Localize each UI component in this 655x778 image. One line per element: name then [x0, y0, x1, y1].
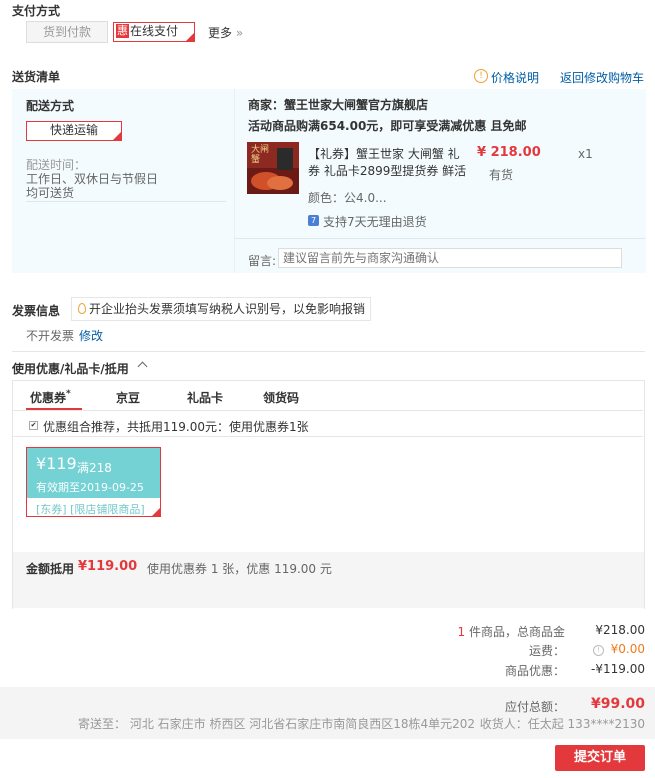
invoice-edit-link[interactable]: 修改: [79, 327, 103, 344]
more-payment-label: 更多: [208, 26, 233, 40]
express-delivery-option[interactable]: 快递运输: [26, 121, 122, 141]
divider: [26, 201, 226, 202]
receiver-info: 收货人：任太起 133****2130: [479, 717, 645, 731]
collapse-chevron-icon[interactable]: [137, 361, 148, 372]
invoice-title: 发票信息: [12, 304, 61, 318]
note-label: 留言:: [248, 254, 277, 268]
note-input[interactable]: [278, 248, 622, 268]
double-chevron-icon: »: [235, 26, 244, 40]
tab-gift-card[interactable]: 礼品卡: [187, 389, 223, 406]
shipping-amount: ¥0.00: [610, 642, 645, 656]
discount-total-label: 金额抵用: [26, 562, 75, 576]
online-payment-option[interactable]: 惠在线支付: [113, 22, 195, 42]
coupon-expiry: 有效期至2019-09-25: [36, 481, 144, 494]
coupon-condition: 满218: [77, 461, 112, 475]
invoice-tip: 开企业抬头发票须填写纳税人识别号，以免影响报销: [71, 297, 372, 321]
payable-label: 应付总额：: [504, 700, 565, 714]
return-policy-text: 支持7天无理由退货: [323, 215, 427, 229]
product-title-line-1[interactable]: 【礼券】蟹王世家 大闸蟹 礼: [308, 145, 460, 162]
goods-count: 1 件商品，总商品金: [457, 625, 565, 639]
divider: [13, 410, 643, 411]
return-policy-icon: 7: [308, 215, 319, 226]
tab-pickup-code[interactable]: 领货码: [263, 389, 299, 406]
info-icon: !: [474, 69, 488, 83]
delivery-method-label: 配送方式: [26, 99, 75, 113]
recommend-text: 优惠组合推荐，共抵用119.00元：使用优惠券1张: [43, 420, 309, 434]
goods-amount: ¥218.00: [595, 623, 645, 637]
payable-amount: ¥99.00: [590, 696, 645, 712]
product-thumbnail[interactable]: 大闸蟹: [247, 142, 299, 194]
discount-summary: 使用优惠券 1 张，优惠 119.00 元: [147, 562, 332, 576]
online-payment-label: 在线支付: [130, 24, 179, 38]
more-payment-link[interactable]: 更多 »: [208, 24, 243, 41]
divider: [234, 238, 645, 239]
coupon-tags: [东券] [限店铺限商品]: [36, 503, 145, 516]
invoice-status: 不开发票: [26, 329, 75, 343]
coupon-card[interactable]: ¥119 满218 有效期至2019-09-25 [东券] [限店铺限商品]: [26, 447, 161, 517]
shipping-info-icon[interactable]: !: [593, 645, 604, 656]
divider: [12, 351, 645, 352]
bulb-icon: [78, 303, 86, 314]
stock-status: 有货: [489, 168, 514, 182]
goods-discount-amount: -¥119.00: [591, 662, 645, 676]
price-info-link[interactable]: 价格说明: [491, 69, 539, 86]
selected-corner-icon: [113, 132, 121, 140]
product-quantity: x1: [578, 147, 593, 161]
back-to-cart-link[interactable]: 返回修改购物车: [560, 69, 644, 86]
product-price: ¥ 218.00: [477, 145, 541, 160]
product-title-line-2[interactable]: 券 礼品卡2899型提货券 鲜活: [308, 162, 466, 179]
product-color: 颜色：公4.0...: [308, 191, 387, 205]
discount-title: 使用优惠/礼品卡/抵用: [12, 362, 129, 376]
selected-corner-icon: [186, 33, 194, 41]
tab-jingdou[interactable]: 京豆: [116, 389, 140, 406]
shipping-label: 运费：: [528, 644, 565, 658]
product-thumb-text: 大闸蟹: [251, 145, 270, 165]
promo-text: 活动商品购满654.00元，即可享受满减优惠 且免邮: [248, 119, 527, 133]
coupon-amount: ¥119: [36, 454, 77, 473]
recommend-checkbox[interactable]: ✔: [29, 421, 38, 430]
shop-name: 商家：蟹王世家大闸蟹官方旗舰店: [248, 98, 429, 112]
hui-badge: 惠: [116, 24, 129, 38]
divider: [13, 436, 643, 437]
submit-order-button[interactable]: 提交订单: [555, 745, 645, 771]
express-delivery-label: 快递运输: [49, 123, 98, 137]
invoice-tip-text: 开企业抬头发票须填写纳税人识别号，以免影响报销: [89, 302, 366, 316]
cod-option[interactable]: 货到付款: [26, 21, 108, 43]
tab-coupon[interactable]: 优惠券*: [30, 389, 71, 406]
delivery-time-value-2: 均可送货: [26, 186, 75, 200]
payment-title: 支付方式: [12, 4, 61, 18]
selected-corner-icon: [152, 508, 160, 516]
goods-discount-label: 商品优惠：: [504, 664, 565, 678]
shipping-address: 寄送至： 河北 石家庄市 桥西区 河北省石家庄市南简良西区18栋4单元202: [78, 717, 476, 731]
discount-total-value: ¥119.00: [78, 559, 138, 574]
delivery-title: 送货清单: [12, 70, 61, 84]
